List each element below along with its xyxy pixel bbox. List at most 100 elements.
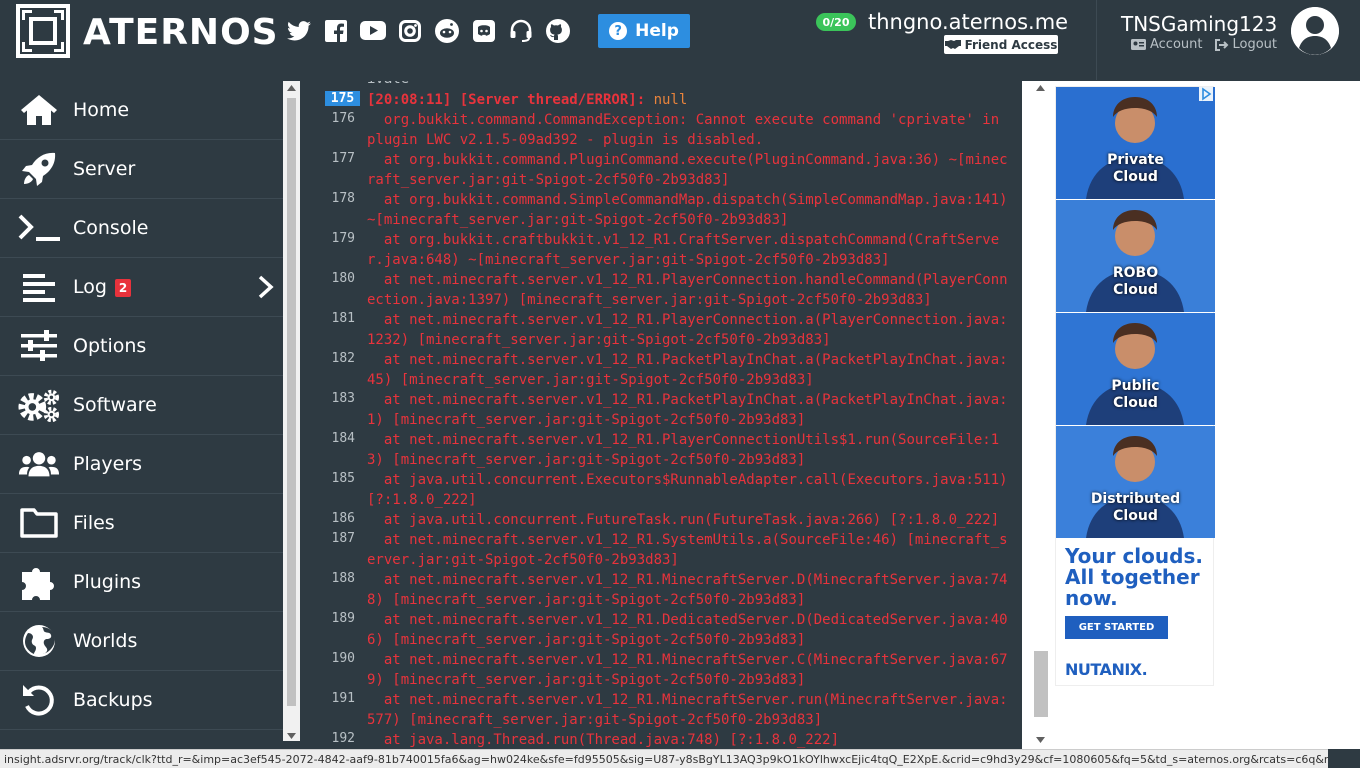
ad-tile-caption: ROBO Cloud — [1056, 265, 1215, 299]
ad-tile-caption-line-1: Private — [1107, 152, 1164, 168]
sidebar-item-label: Log — [73, 276, 107, 298]
scroll-up-icon[interactable] — [287, 85, 296, 91]
sidebar-item-label: Files — [73, 512, 115, 534]
log-line-number: 189 — [331, 611, 355, 626]
log-line-number: 183 — [331, 391, 355, 406]
log-line-text: at net.minecraft.server.v1_12_R1.SystemU… — [367, 532, 1008, 568]
sidebar-scrollbar[interactable] — [283, 81, 300, 741]
sidebar-item-plugins[interactable]: Plugins — [0, 553, 283, 612]
sidebar-item-backups[interactable]: Backups — [0, 671, 283, 730]
ad-tile-caption: Private Cloud — [1056, 152, 1215, 186]
ad-tile-caption-line-2: Cloud — [1113, 282, 1158, 298]
log-line-number: 182 — [331, 351, 355, 366]
sidebar-nav: Home Server Console Log 2 Options Softwa… — [0, 81, 283, 741]
sidebar-item-files[interactable]: Files — [0, 494, 283, 553]
log-line-partial: ivate — [367, 81, 1012, 89]
youtube-icon[interactable] — [359, 17, 386, 44]
friend-access-label: Friend Access — [964, 37, 1058, 52]
rocket-icon — [18, 152, 60, 186]
ad-choices-icon[interactable] — [1199, 87, 1213, 101]
sidebar-item-label: Worlds — [73, 630, 138, 652]
sidebar-item-players[interactable]: Players — [0, 435, 283, 494]
ad-brand-logo: NUTANIX. — [1065, 660, 1148, 679]
user-avatar-icon[interactable] — [1291, 7, 1339, 55]
ad-tile-caption-line-2: Cloud — [1113, 395, 1158, 411]
twitter-icon[interactable] — [285, 17, 312, 44]
sidebar-item-label: Backups — [73, 689, 153, 711]
ad-tile-caption-line-1: ROBO — [1112, 265, 1159, 281]
log-line-text: at org.bukkit.command.PluginCommand.exec… — [367, 152, 1008, 188]
log-line-text: at net.minecraft.server.v1_12_R1.PlayerC… — [367, 272, 1008, 308]
sidebar-item-options[interactable]: Options — [0, 317, 283, 376]
ad-tile-caption-line-1: Public — [1111, 378, 1160, 394]
username[interactable]: TNSGaming123 — [1121, 12, 1277, 36]
reddit-icon[interactable] — [433, 17, 460, 44]
ad-scroll-down-icon[interactable] — [1036, 737, 1045, 743]
ad-tile: ROBO Cloud — [1056, 200, 1215, 312]
social-links — [285, 17, 571, 45]
ad-tile-caption: Public Cloud — [1056, 378, 1215, 412]
gears-icon — [18, 388, 60, 422]
log-line-number: 191 — [331, 691, 355, 706]
log-line-text: [20:08:11] [Server thread/ERROR]: null — [367, 90, 1012, 110]
user-links: Account Logout — [1131, 37, 1277, 52]
logout-label: Logout — [1232, 37, 1278, 52]
sidebar-scroll-thumb[interactable] — [287, 98, 296, 706]
log-line-text: at net.minecraft.server.v1_12_R1.PlayerC… — [367, 312, 1008, 348]
log-line-number: 175 — [325, 91, 360, 106]
sidebar-item-label: Plugins — [73, 571, 142, 593]
ad-tile: Distributed Cloud — [1056, 426, 1215, 538]
ad-scroll-up-icon[interactable] — [1036, 85, 1045, 91]
sidebar-item-home[interactable]: Home — [0, 81, 283, 140]
friend-access-button[interactable]: Friend Access — [944, 35, 1058, 54]
players-count-badge: 0/20 — [816, 13, 856, 31]
folder-icon — [18, 506, 60, 540]
log-line-number: 187 — [331, 531, 355, 546]
instagram-icon[interactable] — [396, 17, 423, 44]
scroll-down-icon[interactable] — [287, 733, 296, 739]
help-button[interactable]: ? Help — [598, 14, 690, 48]
facebook-icon[interactable] — [322, 17, 349, 44]
users-icon — [18, 447, 60, 481]
sidebar-item-label: Console — [73, 217, 149, 239]
sidebar-item-label: Home — [73, 99, 130, 121]
aternos-logo-icon[interactable] — [16, 4, 70, 58]
ad-headline: Your clouds. All together now. — [1065, 544, 1203, 610]
puzzle-icon — [18, 565, 60, 600]
log-line-text: org.bukkit.command.CommandException: Can… — [367, 112, 1008, 148]
server-address[interactable]: thngno.aternos.me — [868, 10, 1068, 34]
log-count-badge: 2 — [115, 279, 131, 297]
log-console[interactable]: ivate 175 [20:08:11] [Server thread/ERROR… — [310, 81, 1022, 749]
github-icon[interactable] — [544, 17, 571, 44]
sidebar-item-server[interactable]: Server — [0, 140, 283, 199]
ad-tile: Public Cloud — [1056, 313, 1215, 425]
help-label: Help — [635, 21, 679, 41]
ad-tile-caption: Distributed Cloud — [1056, 491, 1215, 525]
log-line-text: at net.minecraft.server.v1_12_R1.Minecra… — [367, 652, 1008, 688]
account-link[interactable]: Account — [1131, 37, 1203, 52]
log-line-number: 179 — [331, 231, 355, 246]
brand-name[interactable]: ATERNOS — [83, 12, 279, 53]
sidebar-item-software[interactable]: Software — [0, 376, 283, 435]
sidebar-item-log[interactable]: Log 2 — [0, 258, 283, 317]
ad-get-started-button[interactable]: GET STARTED — [1065, 616, 1168, 639]
discord-icon[interactable] — [470, 17, 497, 44]
ad-scroll-thumb[interactable] — [1034, 651, 1048, 717]
sidebar-item-console[interactable]: Console — [0, 199, 283, 258]
terminal-icon — [18, 211, 60, 245]
log-line-text: at net.minecraft.server.v1_12_R1.PacketP… — [367, 392, 1008, 428]
ad-banner[interactable]: Private Cloud ROBO Cloud Public Cloud Distribu… — [1055, 86, 1215, 686]
ad-tile: Private Cloud — [1056, 87, 1215, 199]
log-line-number: 186 — [331, 511, 355, 526]
log-line-text: at java.util.concurrent.Executors$Runnab… — [367, 472, 1017, 508]
sidebar-item-label: Players — [73, 453, 143, 475]
log-line-number: 178 — [331, 191, 355, 206]
logout-link[interactable]: Logout — [1214, 37, 1278, 52]
sidebar-item-label: Options — [73, 335, 147, 357]
log-line-number: 181 — [331, 311, 355, 326]
chevron-right-icon[interactable] — [256, 274, 276, 300]
sidebar-item-worlds[interactable]: Worlds — [0, 612, 283, 671]
log-line-text: at net.minecraft.server.v1_12_R1.Minecra… — [367, 692, 1008, 728]
support-icon[interactable] — [507, 17, 534, 44]
log-line-number: 177 — [331, 151, 355, 166]
